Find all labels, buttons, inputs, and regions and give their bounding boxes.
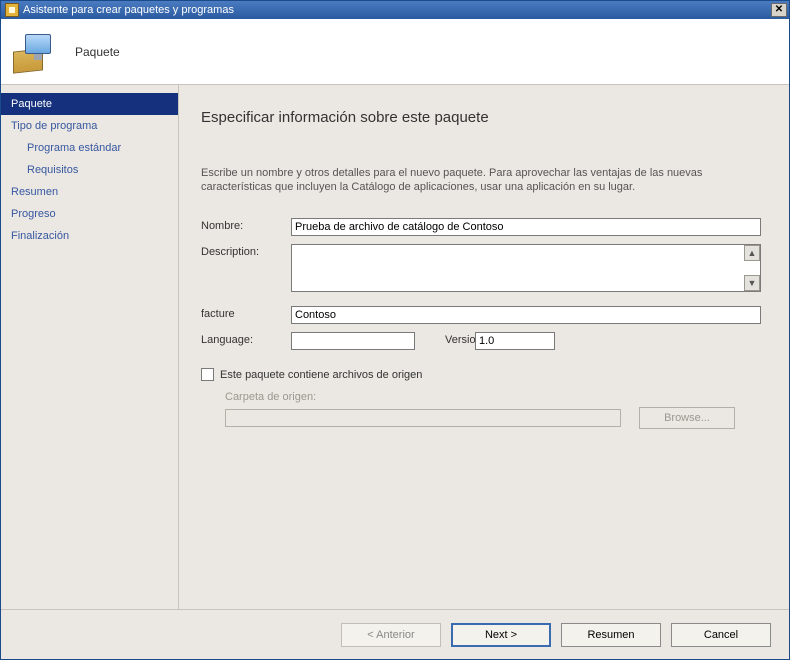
wizard-footer: < Anterior Next > Resumen Cancel xyxy=(1,609,789,659)
version-label: Version: xyxy=(415,332,475,346)
language-input[interactable] xyxy=(291,332,415,350)
nombre-label: Nombre: xyxy=(201,218,291,232)
source-folder-label: Carpeta de origen: xyxy=(225,391,767,403)
previous-button[interactable]: < Anterior xyxy=(341,623,441,647)
language-label: Language: xyxy=(201,332,291,346)
app-icon xyxy=(5,3,19,17)
source-files-checkbox-label: Este paquete contiene archivos de origen xyxy=(220,369,422,381)
next-button[interactable]: Next > xyxy=(451,623,551,647)
scroll-up-icon[interactable]: ▲ xyxy=(744,245,760,261)
facture-label: facture xyxy=(201,306,291,320)
source-files-checkbox[interactable] xyxy=(201,368,214,381)
main-panel: Especificar información sobre este paque… xyxy=(179,85,789,609)
titlebar: Asistente para crear paquetes y programa… xyxy=(1,1,789,19)
step-paquete[interactable]: Paquete xyxy=(1,93,178,115)
nombre-input[interactable] xyxy=(291,218,761,236)
step-requisitos[interactable]: Requisitos xyxy=(1,159,178,181)
package-icon xyxy=(13,30,57,74)
banner-label: Paquete xyxy=(75,45,120,59)
step-tipo-programa[interactable]: Tipo de programa xyxy=(1,115,178,137)
wizard-steps-sidebar: Paquete Tipo de programa Programa estánd… xyxy=(1,85,179,609)
facture-input[interactable] xyxy=(291,306,761,324)
wizard-window: Asistente para crear paquetes y programa… xyxy=(0,0,790,660)
step-finalizacion[interactable]: Finalización xyxy=(1,225,178,247)
source-folder-input xyxy=(225,409,621,427)
version-input[interactable] xyxy=(475,332,555,350)
step-resumen[interactable]: Resumen xyxy=(1,181,178,203)
close-button[interactable]: ✕ xyxy=(771,3,787,17)
description-textarea[interactable]: ▲ ▼ xyxy=(291,244,761,292)
browse-button: Browse... xyxy=(639,407,735,429)
summary-button[interactable]: Resumen xyxy=(561,623,661,647)
page-title: Especificar información sobre este paque… xyxy=(201,109,767,126)
source-folder-group: Carpeta de origen: Browse... xyxy=(201,391,767,429)
intro-text: Escribe un nombre y otros detalles para … xyxy=(201,166,767,194)
banner: Paquete xyxy=(1,19,789,85)
step-programa-estandar[interactable]: Programa estándar xyxy=(1,137,178,159)
cancel-button[interactable]: Cancel xyxy=(671,623,771,647)
body: Paquete Tipo de programa Programa estánd… xyxy=(1,85,789,609)
window-title: Asistente para crear paquetes y programa… xyxy=(23,4,234,16)
scroll-down-icon[interactable]: ▼ xyxy=(744,275,760,291)
description-label: Description: xyxy=(201,244,291,258)
step-progreso[interactable]: Progreso xyxy=(1,203,178,225)
